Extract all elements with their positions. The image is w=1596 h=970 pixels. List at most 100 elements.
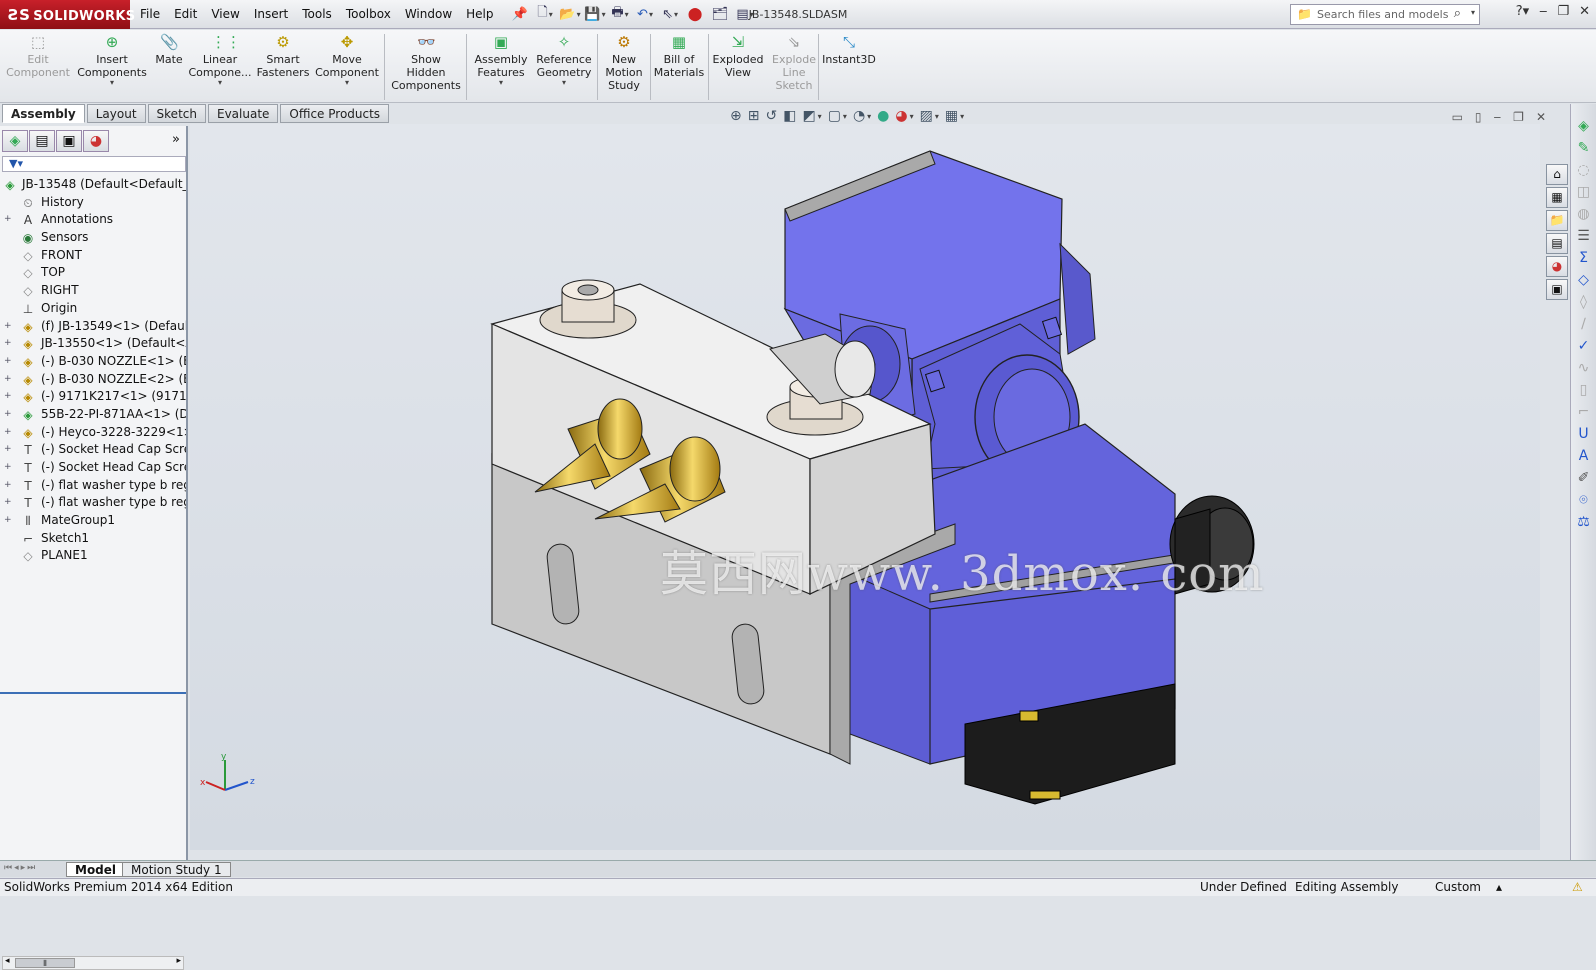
tab-evaluate[interactable]: Evaluate [207,104,279,123]
show-hidden-components-button[interactable]: 👓 Show Hidden Components [388,33,464,92]
sketch-tool-icon[interactable]: ✎ [1578,140,1590,156]
expand-toggle-icon[interactable]: + [4,494,12,512]
menu-window[interactable]: Window [405,7,452,21]
spline-icon[interactable]: ∕ [1581,316,1586,332]
menu-help[interactable]: Help [466,7,493,21]
design-library-icon[interactable]: ▦ [1546,187,1568,208]
check-icon[interactable]: ✓ [1578,338,1590,354]
home-icon[interactable]: ⌂ [1546,164,1568,185]
rollback-bar[interactable] [0,692,186,694]
tree-item[interactable]: ◇ TOP [0,264,186,282]
pencil-icon[interactable]: ✐ [1578,470,1590,486]
menu-insert[interactable]: Insert [254,7,288,21]
search-icon[interactable]: ⌕ [1454,6,1461,21]
expand-toggle-icon[interactable]: + [4,459,12,477]
sheet-metal-icon[interactable]: ◫ [1577,184,1590,200]
expand-toggle-icon[interactable]: + [4,441,12,459]
mate-button[interactable]: 📎 Mate [150,33,188,66]
tab-assembly[interactable]: Assembly [2,104,85,123]
corner-icon[interactable]: ⌐ [1578,404,1590,420]
property-manager-tab-icon[interactable]: ▤ [29,130,55,152]
viewport-restore-icon[interactable]: ❐ [1513,110,1524,124]
block-icon[interactable]: ▯ [1580,382,1588,398]
tree-item[interactable]: + ◈ (-) B-030 NOZZLE<2> (B-03 [0,371,186,389]
menu-view[interactable]: View [211,7,239,21]
layers-icon[interactable]: ☰ [1577,228,1590,244]
pin-icon[interactable]: 📌 [510,4,530,24]
magnet-icon[interactable]: U [1578,426,1588,442]
expand-toggle-icon[interactable]: + [4,512,12,530]
expand-toggle-icon[interactable]: + [4,406,12,424]
tree-item[interactable]: + T (-) flat washer type b regula [0,494,186,512]
split-view-icon[interactable]: ▭ [1452,110,1463,124]
print-icon[interactable]: 🖶 [610,4,630,24]
rebuild-status-icon[interactable]: ⚠ [1572,879,1583,896]
tile-view-icon[interactable]: ▯ [1475,110,1482,124]
options-icon[interactable]: ▤ [735,4,755,24]
reference-icon[interactable]: ◊ [1580,294,1587,310]
custom-properties-icon[interactable]: ▣ [1546,279,1568,300]
assembly-features-button[interactable]: ▣ Assembly Features ▾ [470,33,532,87]
tree-item[interactable]: + ◈ (-) Heyco-3228-3229<1> (D [0,424,186,442]
display-style-icon[interactable]: ◔ [853,108,865,124]
dynamic-annotation-icon[interactable]: ◩ [802,108,815,124]
menu-tools[interactable]: Tools [302,7,332,21]
balance-icon[interactable]: ⚖ [1577,514,1590,530]
help-icon[interactable]: ?▾ [1516,4,1529,19]
text-annotation-icon[interactable]: A [1579,448,1589,464]
linear-component-pattern-button[interactable]: ⋮⋮ Linear Compone... ▾ [188,33,252,87]
insert-components-button[interactable]: ⊕ Insert Components ▾ [74,33,150,87]
rebuild-icon[interactable]: ⬤ [685,4,705,24]
expand-toggle-icon[interactable]: + [4,477,12,495]
expand-toggle-icon[interactable]: + [4,318,12,336]
save-icon[interactable]: 💾 [584,4,605,24]
tree-item[interactable]: + T (-) Socket Head Cap Screw_ [0,441,186,459]
units-dropdown-icon[interactable]: ▴ [1496,879,1502,896]
file-properties-icon[interactable]: 🗂 [710,4,730,24]
tree-item[interactable]: + T (-) Socket Head Cap Screw_ [0,459,186,477]
tree-item[interactable]: + ◈ 55B-22-PI-871AA<1> (Defa [0,406,186,424]
tree-item[interactable]: + ⦀ MateGroup1 [0,512,186,530]
tab-scroll-arrows[interactable]: ⏮◂▸⏭ [4,863,37,873]
move-component-button[interactable]: ✥ Move Component ▾ [314,33,380,87]
status-units[interactable]: Custom [1435,879,1481,896]
expand-toggle-icon[interactable]: + [4,211,12,229]
expand-toggle-icon[interactable]: + [4,353,12,371]
select-cursor-icon[interactable]: ⇖ [660,4,680,24]
display-manager-tab-icon[interactable]: ◕ [83,130,109,152]
tree-item[interactable]: ⌐ Sketch1 [0,530,186,548]
scroll-thumb[interactable]: ⦀ [15,958,75,968]
appearances-icon[interactable]: ◕ [1546,256,1568,277]
horizontal-scrollbar[interactable]: ◂ ⦀ ▸ [2,956,184,970]
tag-icon[interactable]: ◇ [1578,272,1589,288]
minimize-icon[interactable]: ‒ [1539,4,1547,19]
new-motion-study-button[interactable]: ⚙ New Motion Study [600,33,648,92]
new-document-icon[interactable]: 🗋 [535,4,555,24]
zoom-to-fit-icon[interactable]: ⊕ [730,108,742,124]
tree-item[interactable]: + A Annotations [0,211,186,229]
assembly-model[interactable] [190,124,1540,850]
menu-file[interactable]: File [140,7,160,21]
expand-toggle-icon[interactable]: + [4,424,12,442]
tab-model[interactable]: Model [66,862,126,877]
search-input[interactable]: 📁 Search files and models ⌕ ▾ [1290,4,1480,25]
menu-edit[interactable]: Edit [174,7,197,21]
viewport-minimize-icon[interactable]: ‒ [1494,110,1502,124]
menu-toolbox[interactable]: Toolbox [346,7,391,21]
curve-icon[interactable]: ∿ [1578,360,1590,376]
configuration-manager-tab-icon[interactable]: ▣ [56,130,82,152]
tree-item[interactable]: + ◈ (-) 9171K217<1> (9171K217- [0,388,186,406]
tree-item[interactable]: + ◈ JB-13550<1> (Default<As M [0,335,186,353]
camera-icon[interactable]: ⌾ [1579,492,1587,508]
close-icon[interactable]: ✕ [1579,4,1590,19]
tree-item[interactable]: + ◈ (f) JB-13549<1> (Default<< [0,318,186,336]
surfaces-icon[interactable]: ◌ [1577,162,1589,178]
view-orientation-icon[interactable]: ▢ [828,108,841,124]
chevron-down-icon[interactable]: ▾ [1471,8,1475,17]
undo-icon[interactable]: ↶ [635,4,655,24]
tree-item[interactable]: ⊥ Origin [0,300,186,318]
tree-item[interactable]: + ◈ (-) B-030 NOZZLE<1> (B-03 [0,353,186,371]
tree-item[interactable]: + T (-) flat washer type b regula [0,477,186,495]
view-palette-icon[interactable]: ▤ [1546,233,1568,254]
feature-manager-tab-icon[interactable]: ◈ [2,130,28,152]
